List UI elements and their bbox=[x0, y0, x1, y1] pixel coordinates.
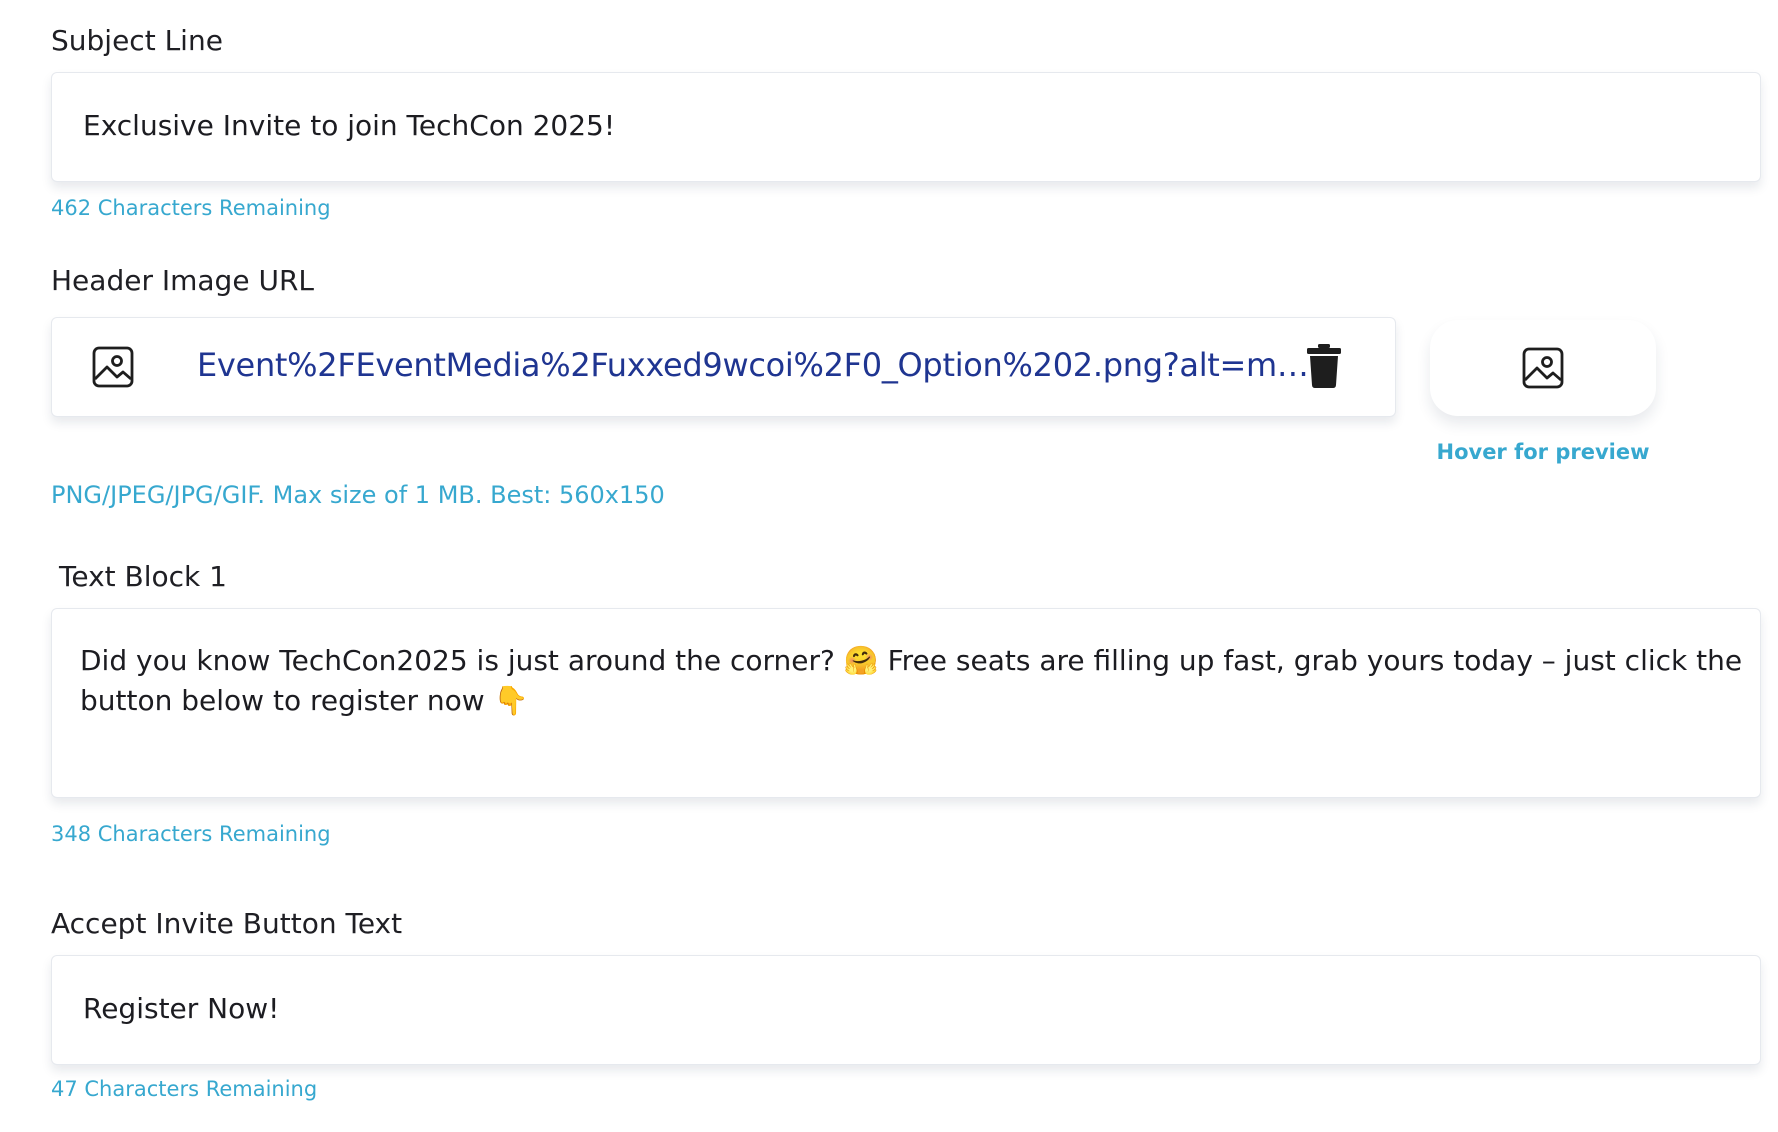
image-icon bbox=[92, 346, 134, 388]
accept-invite-button-text-input[interactable]: Register Now! bbox=[51, 955, 1761, 1065]
image-format-hint: PNG/JPEG/JPG/GIF. Max size of 1 MB. Best… bbox=[51, 481, 665, 509]
header-image-url-value[interactable]: Event%2FEventMedia%2Fuxxed9wcoi%2F0_Opti… bbox=[197, 346, 1317, 384]
email-invite-form: Subject Line Exclusive Invite to join Te… bbox=[0, 0, 1778, 1132]
accept-invite-button-text-value: Register Now! bbox=[83, 992, 280, 1025]
header-image-url-field[interactable]: Event%2FEventMedia%2Fuxxed9wcoi%2F0_Opti… bbox=[51, 317, 1396, 417]
header-image-url-label: Header Image URL bbox=[51, 264, 314, 297]
text-block-characters-remaining: 348 Characters Remaining bbox=[51, 822, 331, 846]
subject-line-value: Exclusive Invite to join TechCon 2025! bbox=[83, 109, 616, 142]
accept-button-characters-remaining: 47 Characters Remaining bbox=[51, 1077, 318, 1101]
image-preview-box[interactable] bbox=[1430, 320, 1656, 416]
accept-invite-button-text-label: Accept Invite Button Text bbox=[51, 907, 403, 940]
text-block-1-textarea[interactable]: Did you know TechCon2025 is just around … bbox=[51, 608, 1761, 798]
subject-characters-remaining: 462 Characters Remaining bbox=[51, 196, 331, 220]
trash-icon[interactable] bbox=[1307, 344, 1341, 388]
hover-for-preview-label: Hover for preview bbox=[1436, 440, 1650, 464]
subject-line-input[interactable]: Exclusive Invite to join TechCon 2025! bbox=[51, 72, 1761, 182]
text-block-1-value: Did you know TechCon2025 is just around … bbox=[80, 644, 1743, 717]
image-preview-icon bbox=[1522, 347, 1564, 389]
text-block-1-label: Text Block 1 bbox=[59, 560, 227, 593]
subject-line-label: Subject Line bbox=[51, 24, 223, 57]
